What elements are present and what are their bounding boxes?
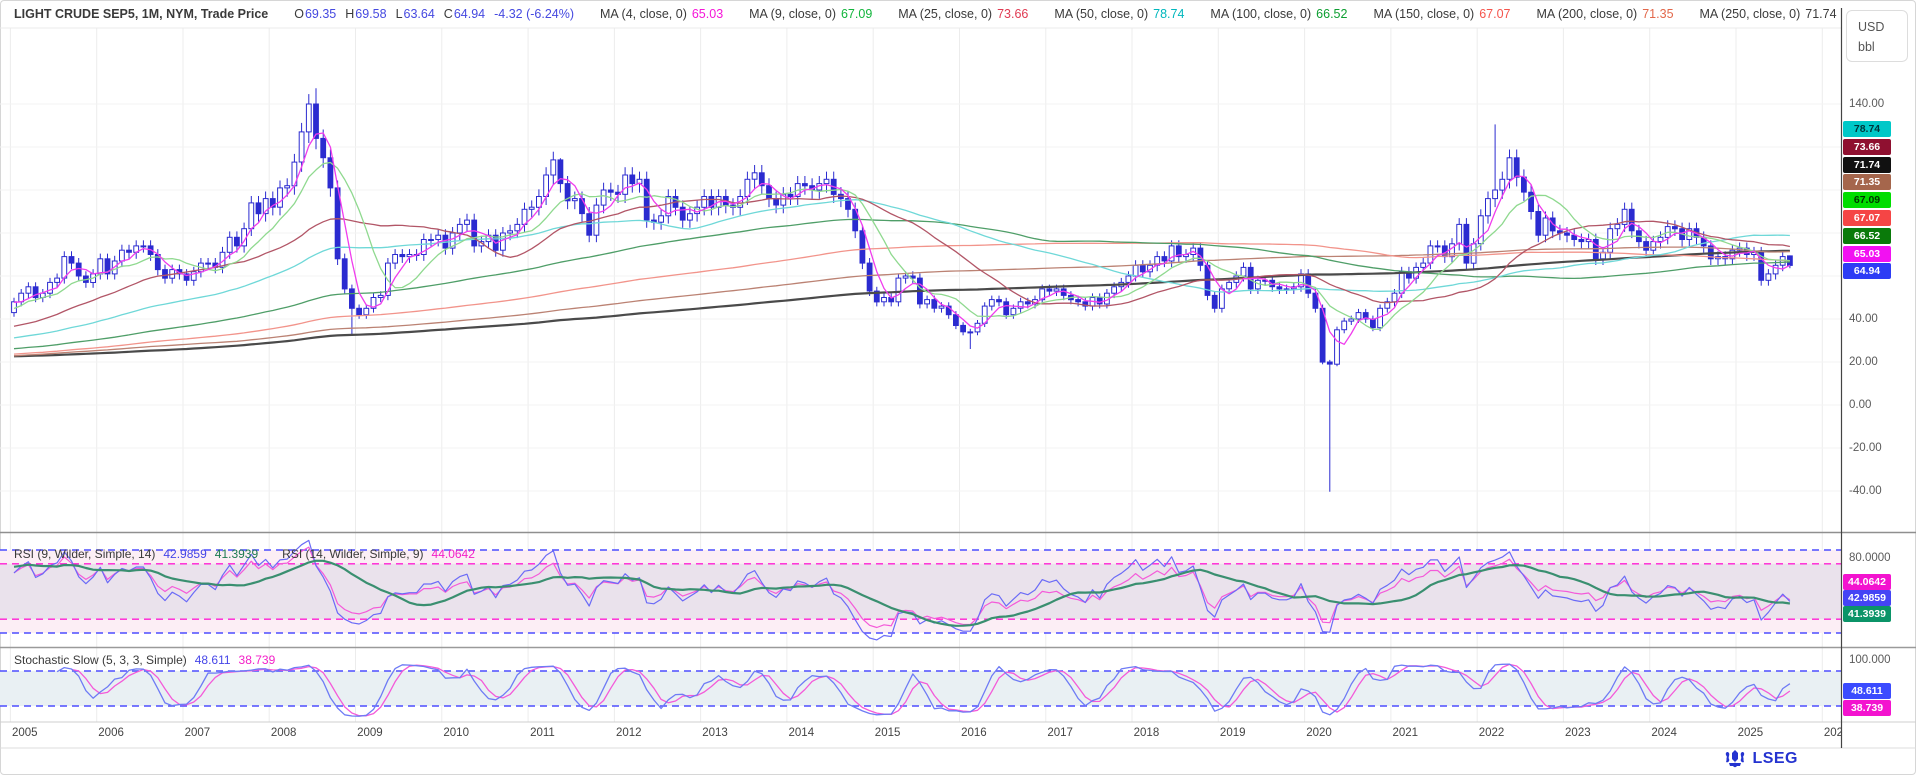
year-label: 2025 (1728, 727, 1772, 739)
instrument-title[interactable]: LIGHT CRUDE SEP5, 1M, NYM, Trade Price (14, 7, 268, 21)
ma-legend-item-250[interactable]: MA (250, close, 0)71.74 (1700, 7, 1837, 21)
year-label: 2015 (866, 727, 910, 739)
year-label: 2010 (434, 727, 478, 739)
lseg-logo: LSEG (1724, 749, 1798, 769)
high-value: H69.58 (345, 7, 386, 21)
axis-unit-box[interactable]: USD bbl (1846, 10, 1908, 62)
year-label: 2019 (1211, 727, 1255, 739)
ma-legend-item-100[interactable]: MA (100, close, 0)66.52 (1210, 7, 1347, 21)
low-value: L63.64 (396, 7, 435, 21)
chart-header: LIGHT CRUDE SEP5, 1M, NYM, Trade Price O… (14, 7, 1837, 21)
lseg-crest-icon (1724, 749, 1746, 769)
net-change: -4.32 (-6.24%) (494, 7, 574, 21)
year-label: 2022 (1470, 727, 1514, 739)
ma-legend-item-150[interactable]: MA (150, close, 0)67.07 (1373, 7, 1510, 21)
year-label: 2013 (693, 727, 737, 739)
year-label: 2005 (3, 727, 47, 739)
rsi9-title[interactable]: RSI (9, Wilder, Simple, 14) (14, 547, 155, 561)
year-label: 2009 (348, 727, 392, 739)
time-axis[interactable]: 2005 2006 2007 2008 2009 2010 2011 2012 2013 2014… (0, 722, 1841, 748)
open-value: O69.35 (294, 7, 336, 21)
unit-currency-label: USD (1858, 17, 1907, 37)
year-label: 2026 (1815, 727, 1841, 739)
year-label: 2021 (1383, 727, 1427, 739)
rsi14-value: 44.0642 (432, 547, 475, 561)
year-label: 2011 (520, 727, 564, 739)
year-label: 2006 (89, 727, 133, 739)
year-label: 2014 (779, 727, 823, 739)
ma-legend-item-4[interactable]: MA (4, close, 0)65.03 (600, 7, 723, 21)
year-label: 2008 (262, 727, 306, 739)
rsi-pane-header: RSI (9, Wilder, Simple, 14) 42.9859 41.3… (14, 547, 475, 561)
year-label: 2020 (1297, 727, 1341, 739)
ma-legend-item-9[interactable]: MA (9, close, 0)67.09 (749, 7, 872, 21)
stoch-k-value: 48.611 (195, 653, 231, 667)
rsi14-title[interactable]: RSI (14, Wilder, Simple, 9) (282, 547, 423, 561)
unit-quantity-label: bbl (1858, 37, 1907, 57)
ma-legend-item-200[interactable]: MA (200, close, 0)71.35 (1536, 7, 1673, 21)
year-label: 2018 (1124, 727, 1168, 739)
stoch-pane-header: Stochastic Slow (5, 3, 3, Simple) 48.611… (14, 653, 275, 667)
ma-legend-item-25[interactable]: MA (25, close, 0)73.66 (898, 7, 1028, 21)
year-label: 2016 (952, 727, 996, 739)
chart-canvas[interactable] (0, 0, 1916, 775)
rsi9-value: 42.9859 (163, 547, 206, 561)
close-value: C64.94 (444, 7, 485, 21)
year-label: 2007 (175, 727, 219, 739)
stoch-title[interactable]: Stochastic Slow (5, 3, 3, Simple) (14, 653, 187, 667)
ohlc-quote: O69.35 H69.58 L63.64 C64.94 -4.32 (-6.24… (294, 7, 574, 21)
ma-legend-item-50[interactable]: MA (50, close, 0)78.74 (1054, 7, 1184, 21)
year-label: 2024 (1642, 727, 1686, 739)
stoch-d-value: 38.739 (239, 653, 276, 667)
year-label: 2023 (1556, 727, 1600, 739)
year-label: 2017 (1038, 727, 1082, 739)
lseg-logo-text: LSEG (1752, 750, 1798, 768)
rsi9-sma-value: 41.3939 (215, 547, 258, 561)
year-label: 2012 (607, 727, 651, 739)
charting-app-window: 140.0060.0040.0020.000.00-20.00-40.0080.… (0, 0, 1916, 775)
